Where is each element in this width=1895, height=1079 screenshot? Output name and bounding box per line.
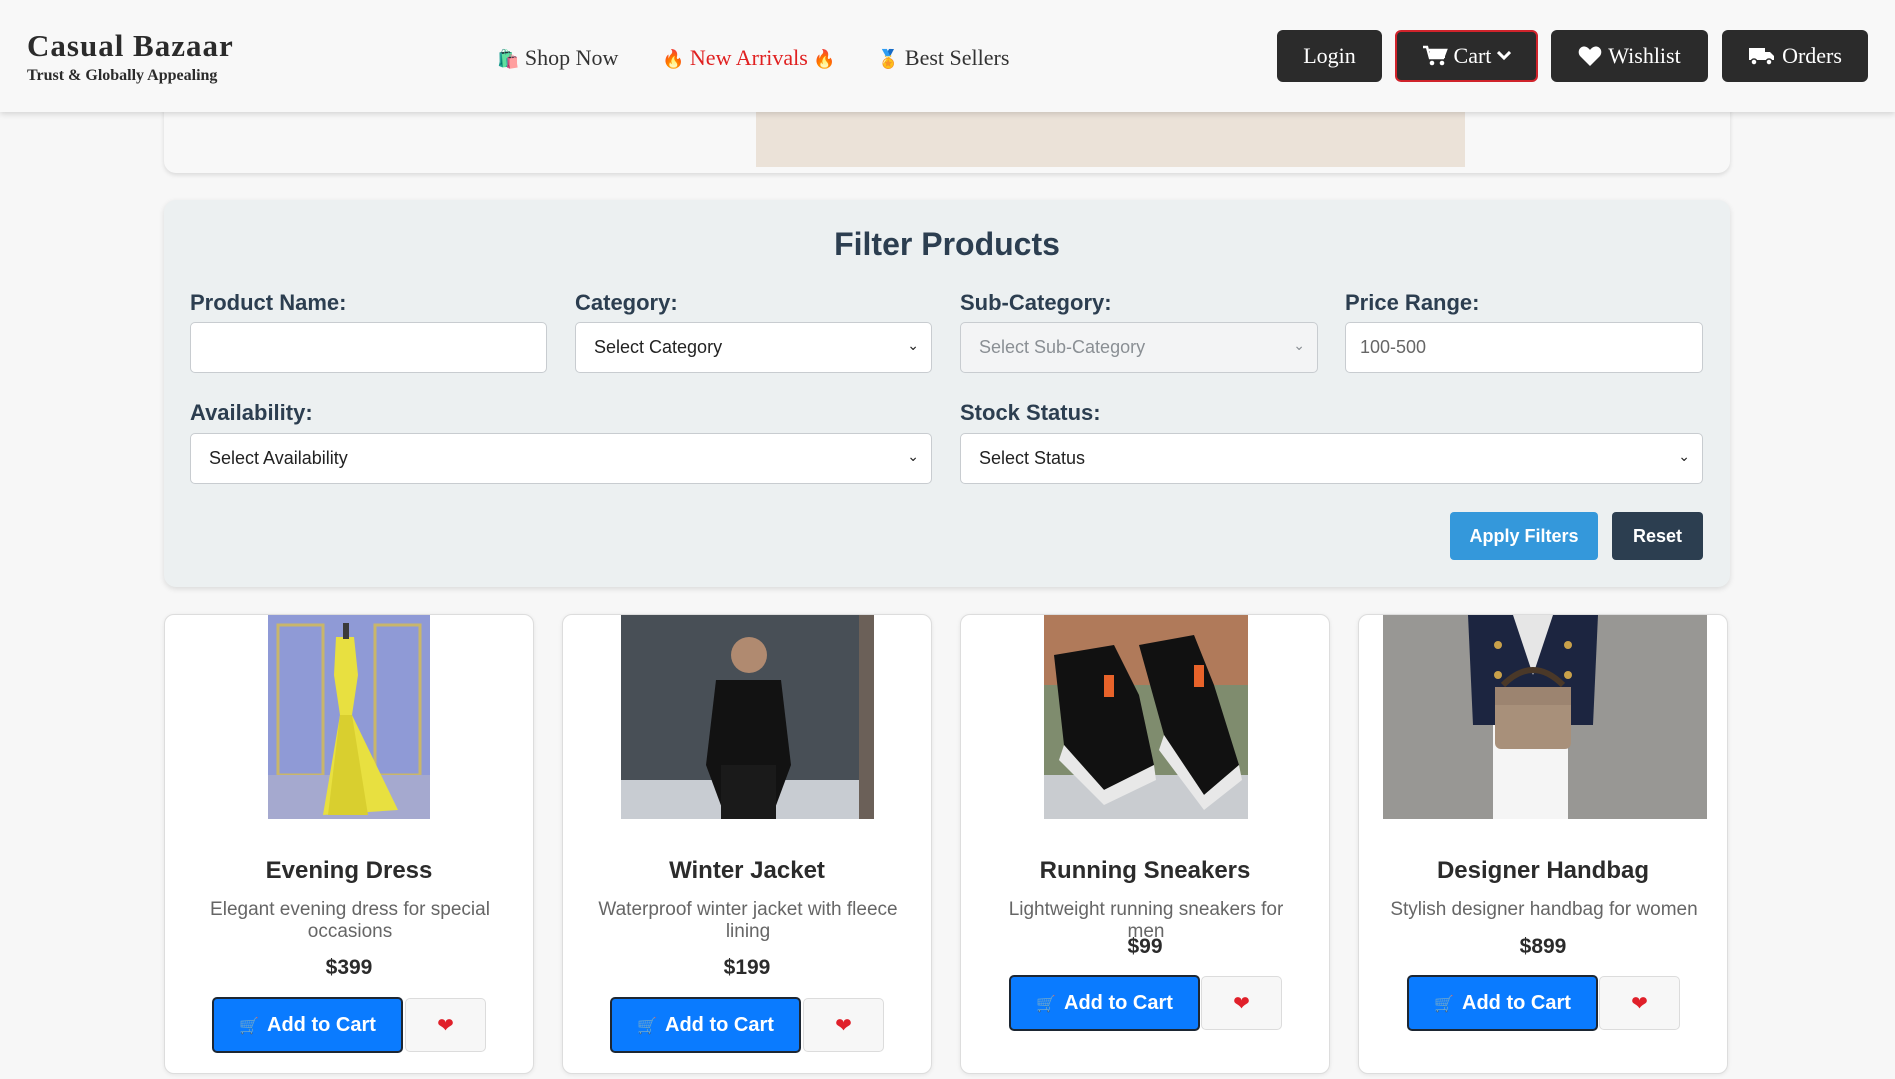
- cart-button[interactable]: Cart: [1395, 30, 1538, 82]
- chevron-down-icon: ⌄: [1293, 338, 1305, 354]
- add-to-cart-button[interactable]: 🛒 Add to Cart: [610, 997, 801, 1053]
- brand-tagline: Trust & Globally Appealing: [27, 67, 218, 84]
- product-name: Designer Handbag: [1436, 857, 1650, 884]
- orders-label: Orders: [1782, 43, 1842, 68]
- stock-status-label: Stock Status:: [960, 400, 1101, 425]
- heart-icon: ❤: [1233, 991, 1250, 1015]
- wishlist-add-button[interactable]: ❤: [1201, 976, 1282, 1030]
- category-value: Select Category: [594, 337, 723, 357]
- stock-status-select[interactable]: Select Status ⌄: [960, 433, 1703, 484]
- fire-icon: 🔥: [662, 49, 685, 70]
- subcategory-label: Sub-Category:: [960, 290, 1112, 315]
- reset-button[interactable]: Reset: [1612, 512, 1703, 560]
- orders-button[interactable]: Orders: [1722, 30, 1868, 82]
- stock-status-value: Select Status: [979, 448, 1086, 468]
- heart-icon: ❤: [437, 1013, 454, 1037]
- wishlist-button[interactable]: Wishlist: [1551, 30, 1708, 82]
- wishlist-add-button[interactable]: ❤: [1599, 976, 1680, 1030]
- availability-select[interactable]: Select Availability ⌄: [190, 433, 932, 484]
- nav-best-sellers[interactable]: 🏅 Best Sellers: [877, 45, 1009, 71]
- nav-new-arrivals-label: New Arrivals: [689, 45, 808, 70]
- heart-icon: ❤: [835, 1013, 852, 1037]
- product-card[interactable]: Running Sneakers Lightweight running sne…: [960, 614, 1330, 1074]
- add-to-cart-button[interactable]: 🛒 Add to Cart: [212, 997, 403, 1053]
- medal-icon: 🏅: [877, 49, 900, 70]
- filter-title: Filter Products: [834, 226, 1060, 262]
- add-to-cart-label: Add to Cart: [1064, 991, 1173, 1014]
- apply-filters-button[interactable]: Apply Filters: [1450, 512, 1598, 560]
- add-to-cart-label: Add to Cart: [1462, 991, 1571, 1014]
- cart-icon: 🛒: [1036, 993, 1057, 1013]
- nav-new-arrivals[interactable]: 🔥 New Arrivals 🔥: [662, 45, 836, 71]
- product-description: Waterproof winter jacket with fleece lin…: [598, 899, 898, 942]
- category-select[interactable]: Select Category ⌄: [575, 322, 932, 373]
- chevron-down-icon: ⌄: [907, 449, 919, 465]
- product-price: $99: [1127, 935, 1163, 958]
- product-name: Evening Dress: [265, 857, 433, 884]
- category-label: Category:: [575, 290, 678, 315]
- product-description: Elegant evening dress for special occasi…: [210, 899, 490, 942]
- price-range-label: Price Range:: [1345, 290, 1480, 315]
- wishlist-add-button[interactable]: ❤: [405, 998, 486, 1052]
- product-card[interactable]: Evening Dress Elegant evening dress for …: [164, 614, 534, 1074]
- chevron-down-icon: ⌄: [907, 338, 919, 354]
- product-name-input[interactable]: [190, 322, 547, 373]
- product-name-label: Product Name:: [190, 290, 347, 315]
- price-range-input[interactable]: 100-500: [1345, 322, 1703, 373]
- shopping-bag-icon: 🛍️: [497, 49, 520, 70]
- product-description: Stylish designer handbag for women: [1390, 899, 1698, 920]
- banner-image: [756, 112, 1465, 167]
- product-price: $899: [1519, 935, 1567, 958]
- nav-shop-now[interactable]: 🛍️ Shop Now: [497, 45, 618, 71]
- heart-icon: [1578, 46, 1602, 66]
- product-card[interactable]: Winter Jacket Waterproof winter jacket w…: [562, 614, 932, 1074]
- product-image[interactable]: [1044, 615, 1248, 819]
- product-image[interactable]: [268, 615, 430, 819]
- product-name: Winter Jacket: [669, 857, 825, 884]
- brand[interactable]: Casual Bazaar Trust & Globally Appealing: [27, 28, 234, 85]
- price-range-placeholder: 100-500: [1360, 337, 1427, 357]
- product-price: $199: [723, 956, 771, 979]
- product-name: Running Sneakers: [1039, 857, 1251, 884]
- subcategory-value: Select Sub-Category: [979, 337, 1146, 357]
- availability-value: Select Availability: [209, 448, 348, 468]
- subcategory-select[interactable]: Select Sub-Category ⌄: [960, 322, 1318, 373]
- cart-label: Cart: [1453, 43, 1492, 68]
- nav-best-sellers-label: Best Sellers: [904, 45, 1010, 70]
- chevron-down-icon: [1497, 51, 1512, 61]
- cart-icon: [1422, 45, 1448, 66]
- wishlist-add-button[interactable]: ❤: [803, 998, 884, 1052]
- product-image[interactable]: [1383, 615, 1707, 819]
- product-price: $399: [325, 956, 373, 979]
- add-to-cart-label: Add to Cart: [665, 1013, 774, 1036]
- wishlist-label: Wishlist: [1608, 43, 1681, 68]
- fire-icon: 🔥: [813, 49, 836, 70]
- heart-icon: ❤: [1631, 991, 1648, 1015]
- site-header: Casual Bazaar Trust & Globally Appealing…: [0, 0, 1895, 112]
- cart-icon: 🛒: [1434, 993, 1455, 1013]
- filter-panel: Filter Products Product Name: Category: …: [164, 200, 1730, 587]
- add-to-cart-label: Add to Cart: [267, 1013, 376, 1036]
- login-label: Login: [1303, 43, 1356, 68]
- cart-icon: 🛒: [239, 1015, 260, 1035]
- add-to-cart-button[interactable]: 🛒 Add to Cart: [1407, 975, 1598, 1031]
- product-image[interactable]: [621, 615, 874, 819]
- chevron-down-icon: ⌄: [1678, 449, 1690, 465]
- cart-icon: 🛒: [637, 1015, 658, 1035]
- availability-label: Availability:: [190, 400, 313, 425]
- add-to-cart-button[interactable]: 🛒 Add to Cart: [1009, 975, 1200, 1031]
- truck-icon: [1749, 48, 1775, 66]
- login-button[interactable]: Login: [1277, 30, 1382, 82]
- brand-title: Casual Bazaar: [27, 28, 234, 63]
- nav-shop-now-label: Shop Now: [524, 45, 619, 70]
- product-card[interactable]: Designer Handbag Stylish designer handba…: [1358, 614, 1728, 1074]
